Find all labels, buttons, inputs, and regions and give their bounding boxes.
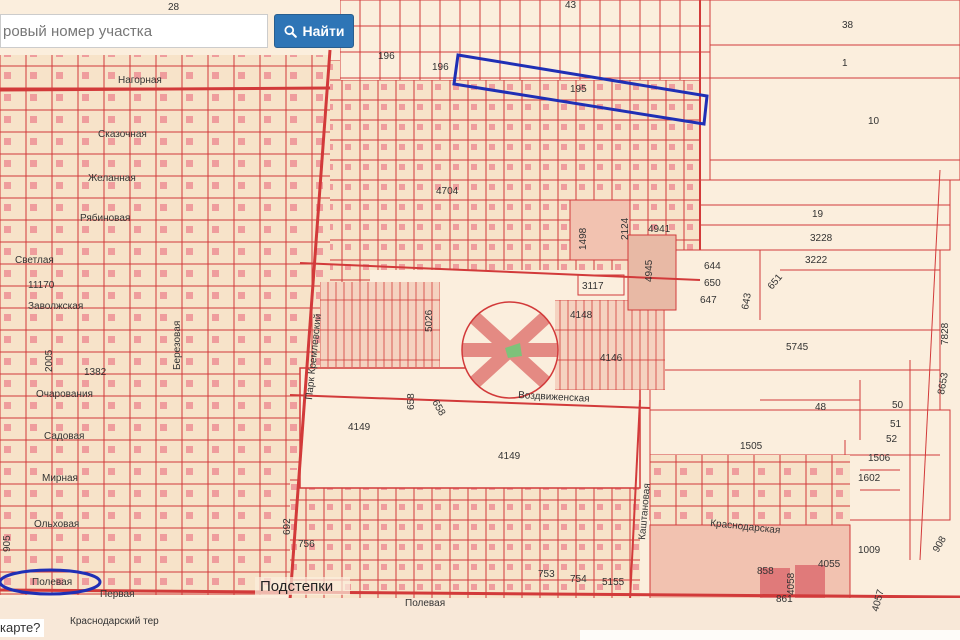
place-label: Подстепки bbox=[260, 578, 333, 595]
parcel-number-label: 4146 bbox=[600, 353, 623, 364]
parcel-number-label: 2124 bbox=[620, 217, 631, 240]
parcel-number-label: 1602 bbox=[858, 473, 881, 484]
street-label: Полевая bbox=[405, 598, 445, 609]
street-label: Ольховая bbox=[34, 519, 79, 530]
parcel-number-label: 1 bbox=[842, 58, 848, 69]
street-label: Очарования bbox=[36, 389, 93, 400]
street-label: Желанная bbox=[88, 173, 136, 184]
parcel-number-label: 195 bbox=[570, 84, 587, 95]
search-button-label: Найти bbox=[302, 23, 345, 39]
street-label: Краснодарский тер bbox=[70, 616, 159, 627]
search-icon bbox=[284, 24, 297, 38]
parcel-number-label: 858 bbox=[757, 566, 774, 577]
parcel-number-label: 3228 bbox=[810, 233, 833, 244]
street-label: Заволжская bbox=[28, 301, 83, 312]
parcel-number-label: 4149 bbox=[348, 422, 371, 433]
street-label: Первая bbox=[100, 589, 135, 600]
parcel-number-label: 3222 bbox=[805, 255, 828, 266]
parcel-number-label: 905 bbox=[2, 535, 13, 552]
parcel-number-label: 50 bbox=[892, 400, 904, 411]
parcel-number-label: 647 bbox=[700, 295, 717, 306]
parcel-number-label: 3117 bbox=[582, 281, 604, 292]
parcel-number-label: 753 bbox=[538, 569, 555, 580]
map-hint-link[interactable]: карте? bbox=[0, 619, 45, 637]
parcel-number-label: 4055 bbox=[818, 559, 841, 570]
street-label: Рябиновая bbox=[80, 212, 130, 224]
parcel-number-label: 644 bbox=[704, 261, 721, 272]
parcel-number-label: 4149 bbox=[498, 451, 521, 462]
parcel-number-label: 658 bbox=[406, 393, 417, 410]
parcel-number-label: 43 bbox=[565, 0, 577, 11]
parcel-number-label: 19 bbox=[812, 209, 824, 220]
parcel-number-label: 5745 bbox=[786, 342, 809, 353]
street-label: Березовая bbox=[172, 321, 183, 370]
parcel-number-label: 1009 bbox=[858, 545, 881, 556]
parcel-number-label: 756 bbox=[298, 539, 315, 550]
parcel-number-label: 7828 bbox=[940, 322, 951, 345]
parcel-number-label: 28 bbox=[168, 2, 180, 13]
parcel-number-label: 48 bbox=[815, 402, 827, 413]
parcel-number-label: 51 bbox=[890, 419, 902, 430]
street-label: Садовая bbox=[44, 431, 84, 442]
parcel-number-label: 196 bbox=[378, 51, 395, 62]
cadastral-number-search-input[interactable] bbox=[0, 14, 268, 48]
parcel-number-label: 4941 bbox=[648, 224, 671, 235]
parcel-number-label: 1506 bbox=[868, 453, 891, 464]
parcel-number-label: 1505 bbox=[740, 441, 763, 452]
street-label: Светлая bbox=[15, 255, 54, 266]
parcel-number-label: 38 bbox=[842, 20, 854, 31]
parcel-number-label: 692 bbox=[282, 518, 293, 535]
search-button[interactable]: Найти bbox=[274, 14, 354, 48]
parcel-number-label: 1498 bbox=[578, 227, 589, 250]
street-label: Полевая bbox=[32, 577, 72, 588]
parcel-number-label: 1382 bbox=[84, 367, 107, 378]
parcel-number-label: 650 bbox=[704, 278, 721, 289]
parcel-number-label: 2005 bbox=[44, 349, 55, 372]
street-label: Нагорная bbox=[118, 75, 162, 86]
street-label: Сказочная bbox=[98, 129, 147, 140]
parcel-number-label: 5026 bbox=[424, 309, 435, 332]
parcel-number-label: 4148 bbox=[570, 310, 593, 321]
parcel-number-label: 52 bbox=[886, 434, 898, 445]
parcel-number-label: 754 bbox=[570, 574, 587, 585]
parcel-number-label: 4704 bbox=[436, 186, 459, 197]
parcel-number-label: 861 bbox=[776, 594, 793, 605]
street-label: Мирная bbox=[42, 473, 78, 484]
parcel-number-label: 4058 bbox=[786, 572, 797, 595]
cadastral-map[interactable]: Нагорная Сказочная Желанная Рябиновая Св… bbox=[0, 0, 960, 640]
parcel-number-label: 11170 bbox=[28, 280, 55, 291]
parcel-number-label: 5155 bbox=[602, 577, 625, 588]
map-attribution bbox=[580, 630, 960, 640]
parcel-number-label: 4945 bbox=[644, 259, 655, 282]
parcel-number-label: 196 bbox=[432, 62, 449, 73]
parcel-number-label: 10 bbox=[868, 116, 880, 127]
